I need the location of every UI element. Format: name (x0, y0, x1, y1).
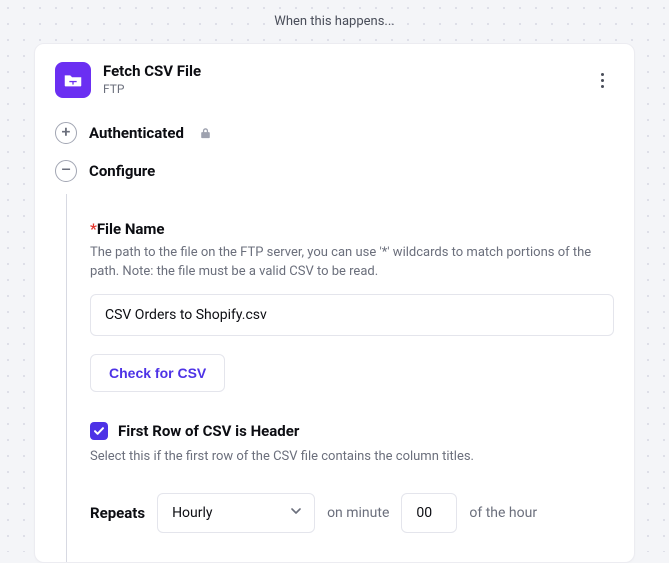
collapse-icon[interactable] (55, 160, 77, 182)
filename-label: *File Name (90, 220, 614, 238)
repeats-interval-value: Hourly (172, 505, 212, 521)
trigger-header: When this happens... (0, 0, 669, 43)
of-the-hour-label: of the hour (469, 505, 537, 521)
configure-section-header[interactable]: Configure (55, 156, 614, 194)
repeats-interval-select[interactable]: Hourly (157, 493, 315, 533)
check-for-csv-button[interactable]: Check for CSV (90, 354, 225, 392)
card-subtitle: FTP (103, 82, 578, 98)
chevron-down-icon (290, 505, 302, 521)
header-row-checkbox[interactable] (90, 422, 108, 440)
trigger-card: Fetch CSV File FTP Authenticated Configu… (34, 43, 635, 563)
expand-icon[interactable] (55, 122, 77, 144)
repeats-field: Repeats Hourly on minute of the hour (90, 493, 614, 533)
required-marker: * (90, 220, 97, 238)
header-row-label: First Row of CSV is Header (118, 422, 299, 440)
filename-label-text: File Name (97, 220, 165, 238)
on-minute-label: on minute (327, 505, 389, 521)
header-row-description: Select this if the first row of the CSV … (90, 448, 614, 467)
card-header: Fetch CSV File FTP (55, 62, 614, 108)
authenticated-section-header[interactable]: Authenticated (55, 108, 614, 156)
card-title: Fetch CSV File (103, 62, 578, 82)
repeats-label: Repeats (90, 504, 145, 522)
ftp-app-icon (55, 62, 91, 98)
filename-input[interactable] (90, 294, 614, 336)
minute-input[interactable] (401, 493, 457, 533)
authenticated-label: Authenticated (89, 124, 184, 142)
configure-label: Configure (89, 162, 155, 180)
filename-field: *File Name The path to the file on the F… (90, 220, 614, 392)
title-block: Fetch CSV File FTP (103, 62, 578, 97)
configure-body: *File Name The path to the file on the F… (66, 194, 614, 563)
filename-description: The path to the file on the FTP server, … (90, 244, 614, 282)
lock-icon (200, 127, 211, 139)
card-menu-button[interactable] (590, 68, 614, 92)
header-row-field: First Row of CSV is Header (90, 422, 614, 440)
